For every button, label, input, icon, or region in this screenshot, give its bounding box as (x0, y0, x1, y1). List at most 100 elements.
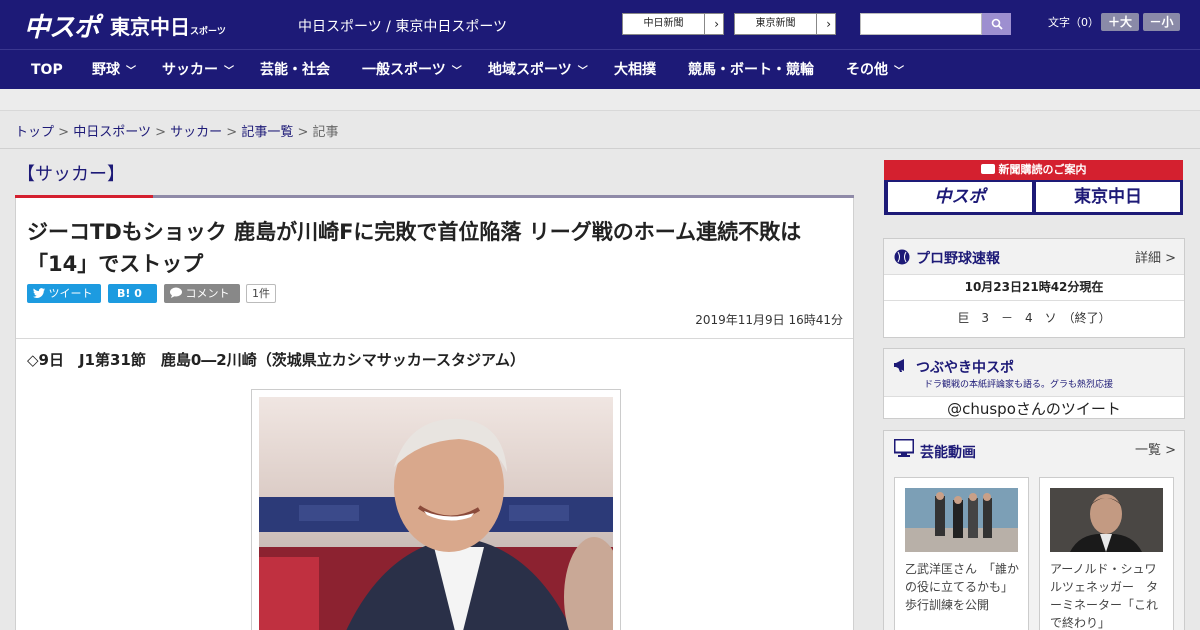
article-body: ジーコTDもショック 鹿島が川崎Fに完敗で首位陥落 リーグ戦のホーム連続不敗は「… (15, 198, 854, 630)
subscription-banner[interactable]: 新聞購読のご案内 中スポ 東京中日 (884, 160, 1183, 215)
search-input[interactable] (860, 13, 982, 35)
nav-label: 地域スポーツ (488, 62, 572, 78)
nav-label: 芸能・社会 (260, 62, 330, 78)
baseball-icon (894, 249, 910, 265)
breadcrumb-sep: > (155, 125, 166, 140)
video-panel-title: 芸能動画 (920, 445, 976, 461)
chevron-right-icon: › (714, 17, 719, 31)
nav-label: 一般スポーツ (362, 62, 446, 78)
article-headline: ジーコTDもショック 鹿島が川崎Fに完敗で首位陥落 リーグ戦のホーム連続不敗は「… (27, 220, 802, 276)
divider (16, 338, 853, 339)
tweets-handle-link[interactable]: @chuspoさんのツイート (884, 398, 1184, 419)
video-caption: 乙武洋匡さん 「誰かの役に立てるかも」歩行訓練を公開 (905, 562, 1020, 612)
tweets-panel-title: つぶやき中スポ (916, 360, 1014, 376)
comment-icon (170, 287, 182, 298)
tokyo-chunichi-logo[interactable]: 東京中日スポーツ (110, 11, 226, 40)
nav-label: 競馬・ボート・競輪 (688, 62, 814, 78)
baseball-panel-title: プロ野球速報 (916, 251, 1000, 267)
tokyo-chunichi-subscribe-button[interactable]: 東京中日 (1036, 182, 1180, 212)
baseball-details-link[interactable]: 詳細 > (1135, 247, 1176, 266)
nav-label: 大相撲 (614, 62, 656, 78)
video-thumbnail (1050, 488, 1163, 552)
font-smaller-button[interactable]: －小 (1143, 13, 1180, 31)
tweet-label: ツイート (48, 287, 93, 300)
chuspo-subscribe-button[interactable]: 中スポ (888, 182, 1032, 212)
breadcrumb-top[interactable]: トップ (15, 125, 54, 140)
nav-general-sports[interactable]: 一般スポーツ ﹀ (362, 50, 462, 90)
font-larger-button[interactable]: ＋大 (1101, 13, 1139, 31)
breadcrumb-sep: > (226, 125, 238, 140)
nav-other[interactable]: その他 ﹀ (846, 50, 904, 90)
tweets-panel-subtitle: ドラ観戦の本紙評論家も語る。グラも熱烈応援 (924, 380, 1114, 390)
breadcrumb-soccer[interactable]: サッカー (170, 125, 222, 140)
subscription-title-text: 新聞購読のご案内 (998, 163, 1087, 176)
nav-racing[interactable]: 競馬・ボート・競輪 (688, 50, 814, 90)
comment-count[interactable]: 1件 (246, 284, 276, 303)
search-icon (991, 18, 1003, 30)
chevron-right-icon: › (826, 17, 831, 31)
video-panel-header: 芸能動画 一覧 > (884, 431, 1184, 467)
tweets-panel-header: つぶやき中スポ ドラ観戦の本紙評論家も語る。グラも熱烈応援 (884, 349, 1184, 397)
nav-top[interactable]: TOP (31, 50, 63, 90)
nav-baseball[interactable]: 野球 ﹀ (92, 50, 136, 90)
megaphone-icon (894, 359, 904, 372)
search-button[interactable] (982, 13, 1011, 35)
video-list-link[interactable]: 一覧 > (1135, 439, 1176, 458)
monitor-icon (894, 439, 914, 457)
tokyo-chunichi-logo-small: スポーツ (190, 27, 226, 37)
top-header: 中スポ 東京中日スポーツ 中日スポーツ / 東京中日スポーツ 中日新聞 › 東京… (0, 0, 1200, 49)
nav-label: サッカー (162, 62, 218, 78)
article-photo[interactable] (251, 389, 621, 630)
breadcrumb-article-list[interactable]: 記事一覧 (241, 125, 293, 140)
chevron-down-icon: ﹀ (451, 66, 462, 77)
nav-entertainment[interactable]: 芸能・社会 (260, 50, 330, 90)
chevron-down-icon: ﹀ (224, 66, 234, 77)
baseball-score-row[interactable]: 巨 3 － 4 ソ （終了） (884, 309, 1184, 326)
tweets-panel: つぶやき中スポ ドラ観戦の本紙評論家も語る。グラも熱烈応援 @chuspoさんの… (883, 348, 1185, 419)
nav-label: TOP (31, 62, 63, 78)
divider (0, 148, 1200, 149)
baseball-panel-header: プロ野球速報 詳細 > (884, 239, 1184, 275)
comment-button[interactable]: コメント (164, 284, 240, 303)
video-card[interactable]: アーノルド・シュワルツェネッガー ターミネーター「これで終わり」 (1039, 477, 1174, 630)
nav-soccer[interactable]: サッカー ﹀ (162, 50, 234, 90)
entertainment-video-panel: 芸能動画 一覧 > 乙武洋匡さん 「誰かの役に立てるかも」歩行訓練を公開 アーノ… (883, 430, 1185, 630)
nav-label: 野球 (92, 62, 120, 78)
chevron-down-icon: ﹀ (126, 66, 136, 77)
chunichi-shimbun-label: 中日新聞 (623, 14, 705, 34)
comment-label: コメント (185, 287, 230, 300)
article-lead: ◇9日 J1第31節 鹿島0―2川崎（茨城県立カシマサッカースタジアム） (27, 351, 525, 369)
breadcrumb-chunichi-sports[interactable]: 中日スポーツ (73, 125, 151, 140)
site-links[interactable]: 中日スポーツ / 東京中日スポーツ (298, 16, 507, 36)
tokyo-shimbun-label: 東京新聞 (735, 14, 817, 34)
article-category: 【サッカー】 (17, 164, 125, 185)
font-size-label: 文字（0） (1048, 16, 1099, 29)
tokyo-chunichi-logo-text: 東京中日 (110, 15, 190, 39)
ad-band (0, 89, 1200, 111)
video-thumbnail (905, 488, 1018, 552)
video-caption: アーノルド・シュワルツェネッガー ターミネーター「これで終わり」 (1050, 562, 1159, 630)
nav-label: その他 (846, 62, 888, 78)
chevron-down-icon: ﹀ (577, 66, 588, 77)
subscription-banner-title: 新聞購読のご案内 (884, 160, 1183, 180)
video-card[interactable]: 乙武洋匡さん 「誰かの役に立てるかも」歩行訓練を公開 (894, 477, 1029, 630)
breadcrumb: トップ > 中日スポーツ > サッカー > 記事一覧 > 記事 (15, 121, 339, 140)
video-list: 乙武洋匡さん 「誰かの役に立てるかも」歩行訓練を公開 アーノルド・シュワルツェネ… (884, 467, 1184, 630)
newspaper-icon (980, 164, 995, 174)
tweet-button[interactable]: ツイート (27, 284, 101, 303)
main-nav: TOP 野球 ﹀ サッカー ﹀ 芸能・社会 一般スポーツ ﹀ 地域スポーツ ﹀ 大相撲 … (0, 49, 1200, 89)
article-date: 2019年11月9日 16時41分 (695, 313, 843, 327)
nav-sumo[interactable]: 大相撲 (614, 50, 656, 90)
tokyo-shimbun-link[interactable]: 東京新聞 › (734, 13, 836, 35)
divider (884, 300, 1184, 301)
chuspo-logo[interactable]: 中スポ (24, 7, 100, 44)
chunichi-shimbun-link[interactable]: 中日新聞 › (622, 13, 724, 35)
hatena-bookmark-button[interactable]: B! 0 (108, 284, 157, 303)
baseball-scores-panel: プロ野球速報 詳細 > 10月23日21時42分現在 巨 3 － 4 ソ （終了… (883, 238, 1185, 338)
twitter-icon (33, 288, 45, 298)
chevron-down-icon: ﹀ (894, 66, 904, 77)
breadcrumb-current: 記事 (312, 125, 339, 140)
breadcrumb-sep: > (297, 125, 309, 140)
nav-local-sports[interactable]: 地域スポーツ ﹀ (488, 50, 588, 90)
zico-photo (259, 397, 613, 630)
